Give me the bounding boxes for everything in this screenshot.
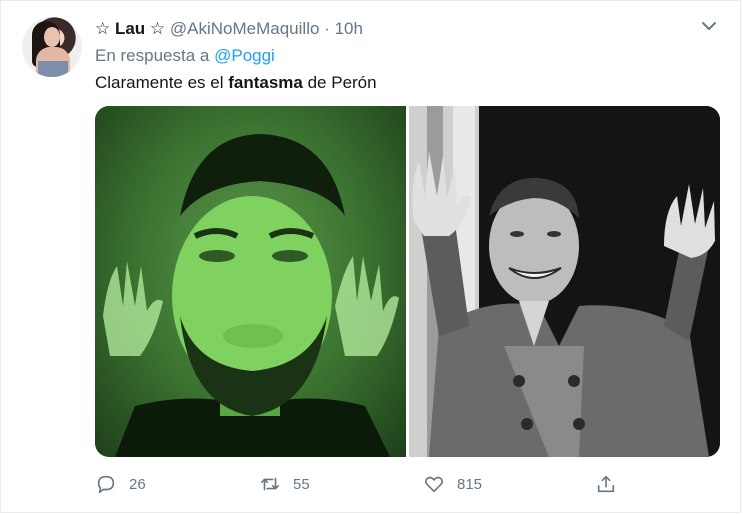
share-action[interactable] (595, 469, 617, 499)
separator-dot: · (324, 19, 330, 38)
reply-action[interactable]: 26 (95, 469, 146, 499)
tweet-text: Claramente es el fantasma de Perón (95, 72, 377, 94)
tweet-timestamp[interactable]: 10h (335, 19, 363, 38)
share-icon (597, 475, 615, 493)
tweet-text-before: Claramente es el (95, 73, 229, 92)
retweet-icon (260, 477, 280, 491)
author-name[interactable]: ☆ Lau ☆ (95, 19, 165, 38)
author-handle[interactable]: @AkiNoMeMaquillo (170, 19, 320, 38)
tweet-text-bold: fantasma (228, 73, 303, 92)
chevron-down-icon[interactable] (700, 19, 718, 33)
reply-count: 26 (129, 475, 146, 493)
heart-icon (425, 476, 443, 493)
tweet-card[interactable]: ☆ Lau ☆ @AkiNoMeMaquillo · 10h En respue… (0, 0, 741, 513)
like-count: 815 (457, 475, 483, 493)
reply-prefix: En respuesta a (95, 46, 210, 65)
avatar-face (44, 27, 60, 47)
night-vision-photo (95, 106, 406, 457)
avatar[interactable] (22, 17, 82, 77)
black-white-photo (409, 106, 720, 457)
media-image-left[interactable] (95, 106, 406, 457)
tweet-media[interactable] (95, 106, 720, 457)
tweet-actions: 26 55 815 (95, 469, 625, 499)
avatar-clothing (38, 61, 68, 77)
retweet-action[interactable]: 55 (259, 469, 310, 499)
reply-mention-link[interactable]: @Poggi (214, 46, 275, 65)
tweet-text-after: de Perón (302, 73, 377, 92)
tweet-header: ☆ Lau ☆ @AkiNoMeMaquillo · 10h (95, 18, 363, 40)
reply-context: En respuesta a @Poggi (95, 45, 275, 67)
retweet-count: 55 (293, 475, 310, 493)
reply-icon (97, 475, 115, 494)
like-action[interactable]: 815 (423, 469, 482, 499)
media-image-right[interactable] (409, 106, 720, 457)
